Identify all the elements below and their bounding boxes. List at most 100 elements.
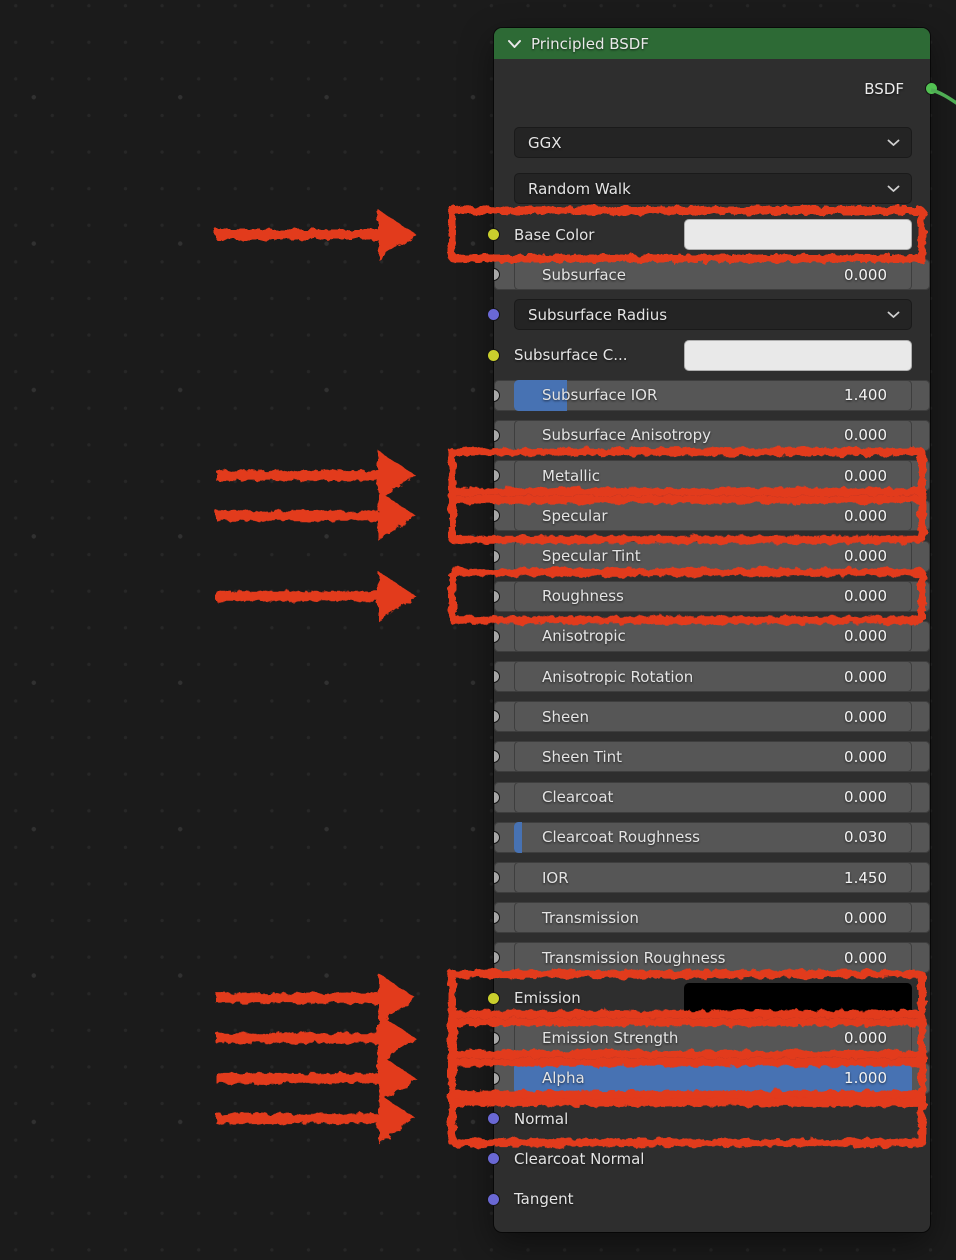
row-random-walk: Random Walk — [494, 173, 930, 204]
row-emission: Emission — [494, 983, 930, 1014]
tangent-input-socket[interactable] — [487, 1193, 500, 1206]
row-anisotropic-rotation: Anisotropic Rotation 0.000 — [494, 661, 930, 692]
random-walk-dropdown[interactable]: Random Walk — [514, 173, 912, 204]
row-roughness: Roughness0.000 — [494, 581, 930, 612]
row-subsurface-ior: Subsurface IOR1.400 — [494, 380, 930, 411]
clearcoat-roughness-value: 0.030 — [844, 828, 887, 846]
ior-input-socket[interactable] — [494, 871, 500, 884]
alpha-input-socket[interactable] — [494, 1072, 500, 1085]
row-sheen: Sheen0.000 — [494, 701, 930, 732]
row-clearcoat-roughness: Clearcoat Roughness 0.030 — [494, 822, 930, 853]
chevron-down-icon — [887, 139, 900, 147]
subsurface-input-socket[interactable] — [494, 268, 500, 281]
base-color-input-socket[interactable] — [487, 228, 500, 241]
node-parameter-rows: Base Color Subsurface 0.000 Subsurface Radi… — [494, 219, 930, 1224]
chevron-down-icon[interactable] — [507, 39, 522, 49]
clearcoat-roughness-slider[interactable]: Clearcoat Roughness 0.030 — [514, 822, 912, 853]
specular-tint-input-socket[interactable] — [494, 550, 500, 563]
anisotropic-input-socket[interactable] — [494, 630, 500, 643]
metallic-slider[interactable]: Metallic0.000 — [514, 460, 912, 491]
transmission-input-socket[interactable] — [494, 911, 500, 924]
roughness-input-socket[interactable] — [494, 590, 500, 603]
specular-tint-slider[interactable]: Specular Tint0.000 — [514, 541, 912, 572]
ggx-label: GGX — [528, 134, 562, 152]
subsurface-ior-input-socket[interactable] — [494, 389, 500, 402]
row-subsurface-c: Subsurface C... — [494, 340, 930, 371]
subsurface-radius-dropdown[interactable]: Subsurface Radius — [514, 299, 912, 330]
sheen-slider[interactable]: Sheen0.000 — [514, 701, 912, 732]
bsdf-output-row: BSDF — [494, 75, 904, 103]
subsurface-ior-slider[interactable]: Subsurface IOR1.400 — [514, 380, 912, 411]
specular-value: 0.000 — [844, 507, 887, 525]
base-color-color-swatch[interactable] — [684, 219, 912, 250]
specular-slider[interactable]: Specular 0.000 — [514, 500, 912, 531]
transmission-roughness-slider[interactable]: Transmission Roughness0.000 — [514, 942, 912, 973]
subsurface-label: Subsurface — [542, 266, 626, 284]
arrow-head-roughness — [378, 571, 416, 621]
ggx-dropdown[interactable]: GGX — [514, 127, 912, 158]
arrow-head-normal — [378, 1094, 416, 1144]
emission-label: Emission — [514, 989, 581, 1007]
metallic-input-socket[interactable] — [494, 469, 500, 482]
ior-label: IOR — [542, 869, 569, 887]
alpha-slider[interactable]: Alpha1.000 — [514, 1063, 912, 1094]
specular-tint-value: 0.000 — [844, 547, 887, 565]
subsurface-radius-input-socket[interactable] — [487, 308, 500, 321]
clearcoat-roughness-input-socket[interactable] — [494, 831, 500, 844]
emission-strength-slider[interactable]: Emission Strength0.000 — [514, 1023, 912, 1054]
principled-bsdf-node[interactable]: Principled BSDF BSDF GGX Random Walk Base… — [494, 28, 930, 1232]
subsurface-c-label: Subsurface C... — [514, 346, 628, 364]
row-transmission: Transmission0.000 — [494, 902, 930, 933]
row-clearcoat: Clearcoat0.000 — [494, 782, 930, 813]
sheen-tint-slider[interactable]: Sheen Tint0.000 — [514, 741, 912, 772]
anisotropic-rotation-value: 0.000 — [844, 668, 887, 686]
row-transmission-roughness: Transmission Roughness0.000 — [494, 942, 930, 973]
anisotropic-rotation-input-socket[interactable] — [494, 670, 500, 683]
normal-input-socket[interactable] — [487, 1112, 500, 1125]
subsurface-value: 0.000 — [844, 266, 887, 284]
arrow-head-emission — [378, 973, 416, 1023]
metallic-label: Metallic — [542, 467, 600, 485]
subsurface-radius-label: Subsurface Radius — [528, 306, 667, 324]
clearcoat-roughness-label: Clearcoat Roughness — [542, 828, 700, 846]
sheen-tint-label: Sheen Tint — [542, 748, 622, 766]
specular-label: Specular — [542, 507, 608, 525]
bsdf-output-label: BSDF — [864, 80, 904, 98]
row-sheen-tint: Sheen Tint0.000 — [494, 741, 930, 772]
row-normal: Normal — [494, 1103, 930, 1134]
subsurface-slider[interactable]: Subsurface 0.000 — [514, 259, 912, 290]
roughness-slider[interactable]: Roughness0.000 — [514, 581, 912, 612]
clearcoat-input-socket[interactable] — [494, 791, 500, 804]
emission-color-swatch[interactable] — [684, 983, 912, 1014]
clearcoat-normal-input-socket[interactable] — [487, 1152, 500, 1165]
node-editor-canvas[interactable]: Principled BSDF BSDF GGX Random Walk Base… — [0, 0, 956, 1260]
subsurface-anisotropy-input-socket[interactable] — [494, 429, 500, 442]
anisotropic-slider[interactable]: Anisotropic0.000 — [514, 621, 912, 652]
emission-input-socket[interactable] — [487, 992, 500, 1005]
distribution-dropdowns: GGX Random Walk — [494, 127, 930, 219]
subsurface-c-input-socket[interactable] — [487, 349, 500, 362]
arrow-head-alpha — [378, 1053, 416, 1103]
subsurface-ior-value: 1.400 — [844, 386, 887, 404]
clearcoat-slider[interactable]: Clearcoat0.000 — [514, 782, 912, 813]
row-alpha: Alpha1.000 — [494, 1063, 930, 1094]
anisotropic-label: Anisotropic — [542, 627, 626, 645]
emission-strength-input-socket[interactable] — [494, 1032, 500, 1045]
subsurface-anisotropy-label: Subsurface Anisotropy — [542, 426, 711, 444]
clearcoat-label: Clearcoat — [542, 788, 613, 806]
transmission-slider[interactable]: Transmission0.000 — [514, 902, 912, 933]
sheen-input-socket[interactable] — [494, 710, 500, 723]
subsurface-c-color-swatch[interactable] — [684, 340, 912, 371]
bsdf-output-socket[interactable] — [925, 82, 938, 95]
node-header[interactable]: Principled BSDF — [494, 28, 930, 59]
specular-input-socket[interactable] — [494, 509, 500, 522]
sheen-tint-input-socket[interactable] — [494, 750, 500, 763]
subsurface-anisotropy-slider[interactable]: Subsurface Anisotropy0.000 — [514, 420, 912, 451]
ior-slider[interactable]: IOR1.450 — [514, 862, 912, 893]
transmission-roughness-input-socket[interactable] — [494, 951, 500, 964]
anisotropic-rotation-slider[interactable]: Anisotropic Rotation 0.000 — [514, 661, 912, 692]
row-subsurface-anisotropy: Subsurface Anisotropy0.000 — [494, 420, 930, 451]
base-color-label: Base Color — [514, 226, 594, 244]
anisotropic-rotation-label: Anisotropic Rotation — [542, 668, 693, 686]
row-anisotropic: Anisotropic0.000 — [494, 621, 930, 652]
